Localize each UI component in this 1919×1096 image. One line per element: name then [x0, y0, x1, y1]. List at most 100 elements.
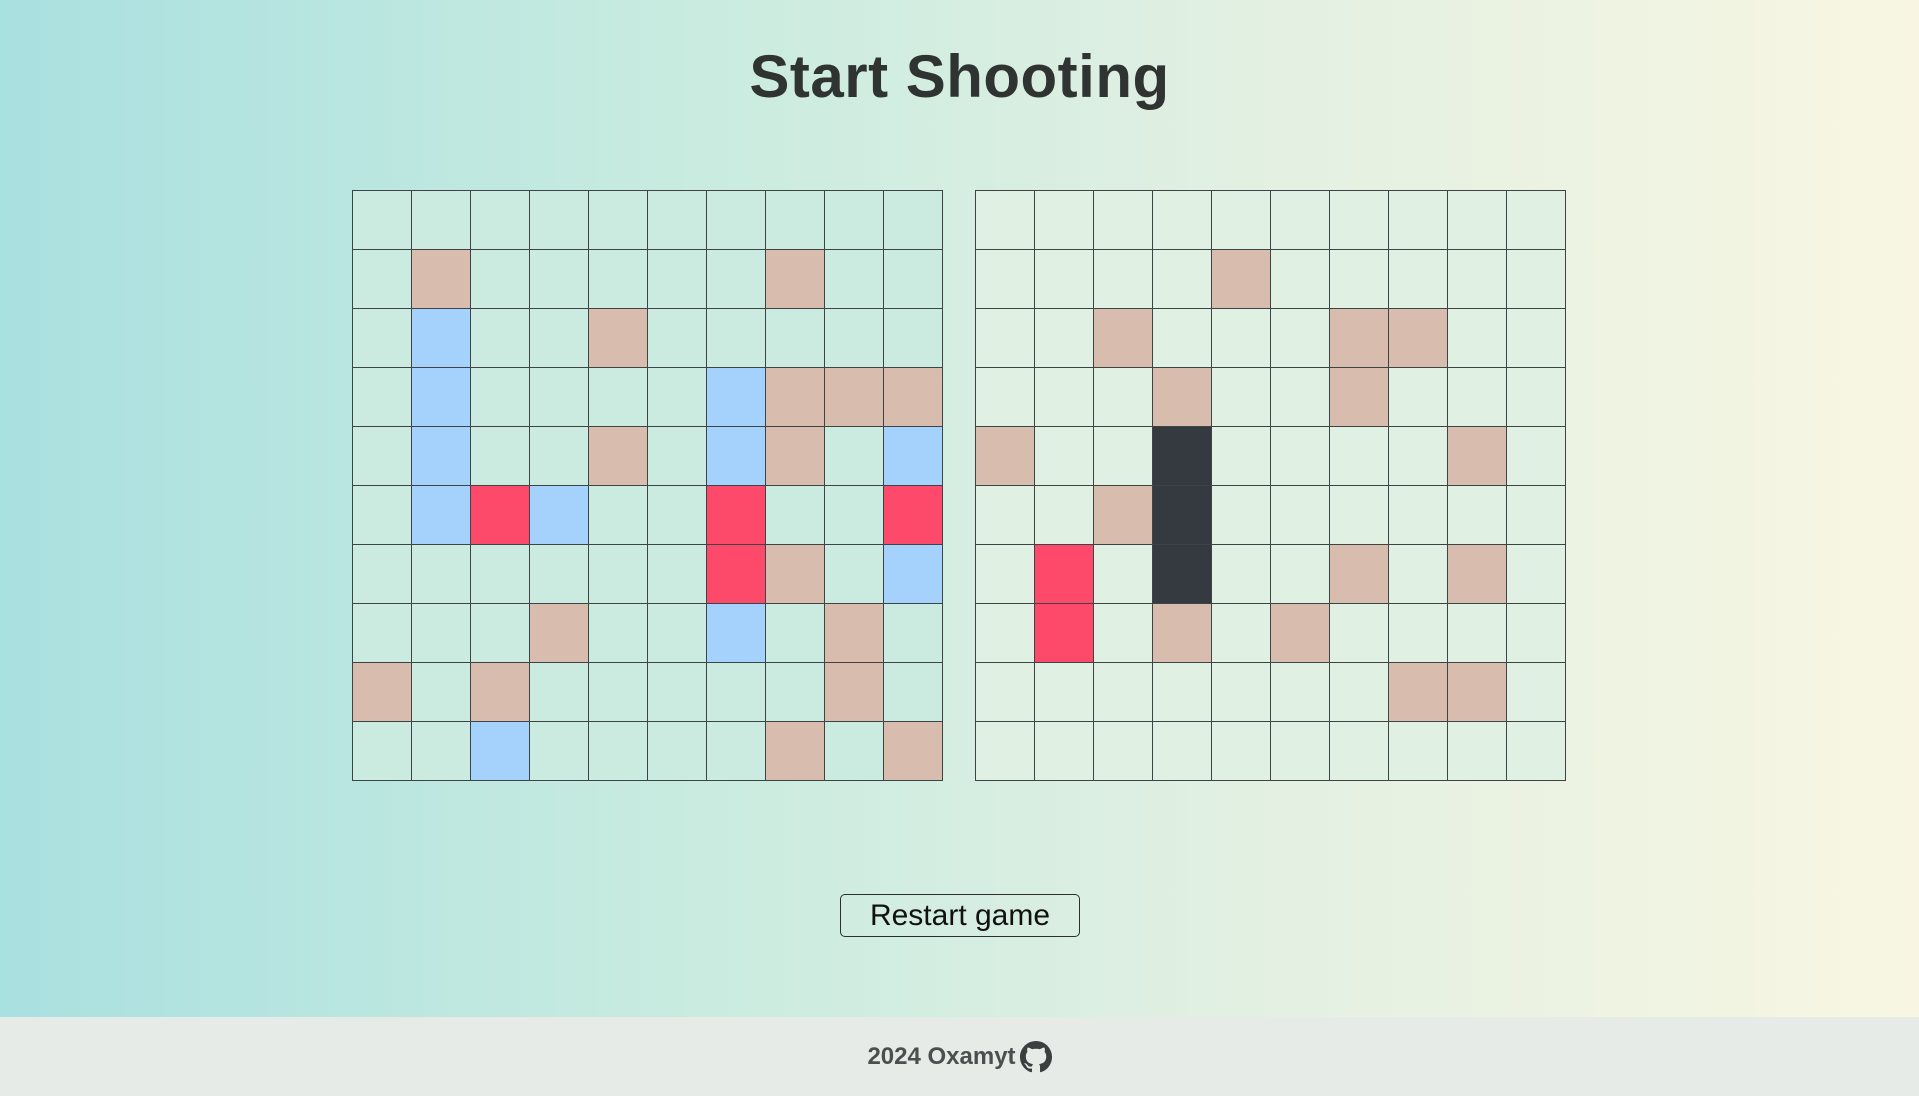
enemy-cell-empty[interactable] — [976, 486, 1034, 544]
enemy-cell-empty[interactable] — [1212, 191, 1270, 249]
enemy-cell-empty[interactable] — [1271, 427, 1329, 485]
enemy-cell-empty[interactable] — [1212, 722, 1270, 780]
enemy-cell-miss[interactable] — [1094, 486, 1152, 544]
enemy-cell-empty[interactable] — [1448, 604, 1506, 662]
enemy-cell-empty[interactable] — [1271, 545, 1329, 603]
enemy-cell-miss[interactable] — [1330, 309, 1388, 367]
enemy-cell-empty[interactable] — [976, 191, 1034, 249]
enemy-cell-miss[interactable] — [1330, 545, 1388, 603]
enemy-cell-empty[interactable] — [1330, 663, 1388, 721]
enemy-cell-empty[interactable] — [1448, 722, 1506, 780]
enemy-cell-sunk[interactable] — [1153, 486, 1211, 544]
enemy-cell-empty[interactable] — [1271, 663, 1329, 721]
enemy-cell-empty[interactable] — [1212, 368, 1270, 426]
enemy-cell-empty[interactable] — [1507, 722, 1565, 780]
enemy-cell-empty[interactable] — [1389, 427, 1447, 485]
enemy-cell-empty[interactable] — [1035, 722, 1093, 780]
enemy-cell-empty[interactable] — [976, 309, 1034, 367]
enemy-cell-hit[interactable] — [1035, 545, 1093, 603]
enemy-cell-empty[interactable] — [976, 604, 1034, 662]
enemy-cell-empty[interactable] — [1212, 604, 1270, 662]
enemy-cell-sunk[interactable] — [1153, 427, 1211, 485]
enemy-cell-empty[interactable] — [1330, 191, 1388, 249]
enemy-cell-empty[interactable] — [1271, 486, 1329, 544]
enemy-cell-empty[interactable] — [1507, 427, 1565, 485]
enemy-cell-miss[interactable] — [1389, 309, 1447, 367]
enemy-cell-empty[interactable] — [1153, 309, 1211, 367]
enemy-cell-empty[interactable] — [976, 663, 1034, 721]
enemy-cell-empty[interactable] — [1389, 545, 1447, 603]
enemy-cell-empty[interactable] — [1507, 663, 1565, 721]
enemy-cell-empty[interactable] — [1448, 368, 1506, 426]
enemy-cell-miss[interactable] — [1448, 545, 1506, 603]
enemy-cell-empty[interactable] — [1507, 191, 1565, 249]
enemy-cell-empty[interactable] — [1271, 309, 1329, 367]
enemy-cell-empty[interactable] — [1507, 309, 1565, 367]
enemy-cell-empty[interactable] — [1153, 663, 1211, 721]
enemy-cell-empty[interactable] — [1448, 191, 1506, 249]
enemy-cell-empty[interactable] — [1212, 309, 1270, 367]
enemy-cell-empty[interactable] — [1507, 486, 1565, 544]
enemy-cell-hit[interactable] — [1035, 604, 1093, 662]
enemy-cell-empty[interactable] — [1212, 545, 1270, 603]
enemy-cell-empty[interactable] — [1094, 722, 1152, 780]
enemy-cell-empty[interactable] — [976, 368, 1034, 426]
enemy-cell-empty[interactable] — [1330, 722, 1388, 780]
enemy-cell-miss[interactable] — [1330, 368, 1388, 426]
enemy-cell-empty[interactable] — [1271, 722, 1329, 780]
enemy-cell-empty[interactable] — [1389, 191, 1447, 249]
enemy-cell-empty[interactable] — [1035, 191, 1093, 249]
enemy-cell-empty[interactable] — [1212, 663, 1270, 721]
enemy-cell-miss[interactable] — [1448, 663, 1506, 721]
enemy-cell-empty[interactable] — [1035, 427, 1093, 485]
enemy-cell-miss[interactable] — [1094, 309, 1152, 367]
enemy-cell-empty[interactable] — [1094, 663, 1152, 721]
enemy-cell-empty[interactable] — [1448, 309, 1506, 367]
enemy-cell-empty[interactable] — [1389, 486, 1447, 544]
enemy-cell-empty[interactable] — [1507, 368, 1565, 426]
enemy-cell-miss[interactable] — [1389, 663, 1447, 721]
enemy-cell-empty[interactable] — [1094, 250, 1152, 308]
enemy-cell-empty[interactable] — [1153, 191, 1211, 249]
enemy-cell-empty[interactable] — [1035, 663, 1093, 721]
enemy-cell-empty[interactable] — [1389, 722, 1447, 780]
enemy-cell-sunk[interactable] — [1153, 545, 1211, 603]
enemy-cell-empty[interactable] — [976, 545, 1034, 603]
enemy-board[interactable] — [975, 190, 1566, 781]
enemy-cell-empty[interactable] — [1035, 250, 1093, 308]
enemy-cell-miss[interactable] — [1153, 368, 1211, 426]
enemy-cell-empty[interactable] — [1448, 486, 1506, 544]
enemy-cell-miss[interactable] — [1448, 427, 1506, 485]
enemy-cell-empty[interactable] — [1507, 250, 1565, 308]
enemy-cell-empty[interactable] — [1212, 427, 1270, 485]
enemy-cell-empty[interactable] — [1389, 368, 1447, 426]
enemy-cell-miss[interactable] — [1271, 604, 1329, 662]
enemy-cell-empty[interactable] — [1271, 191, 1329, 249]
enemy-cell-empty[interactable] — [1389, 604, 1447, 662]
enemy-cell-empty[interactable] — [976, 250, 1034, 308]
github-icon[interactable] — [1019, 1040, 1052, 1073]
enemy-cell-empty[interactable] — [1153, 722, 1211, 780]
enemy-cell-miss[interactable] — [1212, 250, 1270, 308]
enemy-cell-empty[interactable] — [1094, 604, 1152, 662]
enemy-cell-empty[interactable] — [1153, 250, 1211, 308]
enemy-cell-empty[interactable] — [1330, 250, 1388, 308]
enemy-cell-empty[interactable] — [1094, 368, 1152, 426]
enemy-cell-empty[interactable] — [1094, 191, 1152, 249]
enemy-cell-empty[interactable] — [1330, 486, 1388, 544]
enemy-cell-empty[interactable] — [1035, 309, 1093, 367]
enemy-cell-empty[interactable] — [1389, 250, 1447, 308]
enemy-cell-empty[interactable] — [1448, 250, 1506, 308]
enemy-cell-empty[interactable] — [1330, 604, 1388, 662]
enemy-cell-empty[interactable] — [1507, 545, 1565, 603]
enemy-cell-empty[interactable] — [976, 722, 1034, 780]
enemy-cell-empty[interactable] — [1212, 486, 1270, 544]
enemy-cell-empty[interactable] — [1271, 368, 1329, 426]
enemy-cell-miss[interactable] — [976, 427, 1034, 485]
enemy-cell-empty[interactable] — [1271, 250, 1329, 308]
enemy-cell-miss[interactable] — [1153, 604, 1211, 662]
enemy-cell-empty[interactable] — [1330, 427, 1388, 485]
enemy-cell-empty[interactable] — [1094, 545, 1152, 603]
enemy-cell-empty[interactable] — [1035, 486, 1093, 544]
enemy-cell-empty[interactable] — [1507, 604, 1565, 662]
